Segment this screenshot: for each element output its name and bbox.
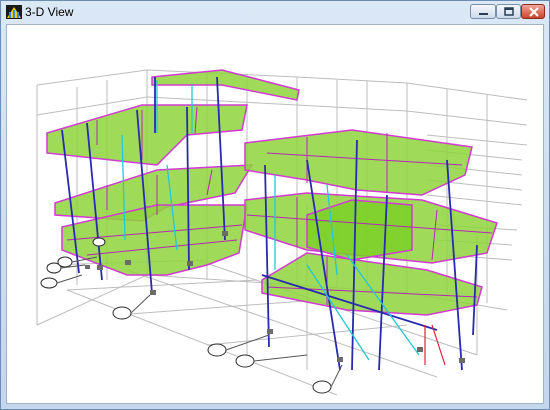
minimize-icon bbox=[479, 13, 488, 15]
red-bracing bbox=[424, 324, 446, 366]
title-bar[interactable]: 3-D View bbox=[1, 1, 549, 23]
close-icon bbox=[529, 7, 539, 17]
minimize-button[interactable] bbox=[470, 4, 496, 19]
close-button[interactable] bbox=[521, 4, 545, 19]
window-title: 3-D View bbox=[25, 5, 74, 19]
model-3d-viewport[interactable] bbox=[6, 24, 544, 404]
center-open-slab bbox=[306, 199, 413, 261]
structural-model-drawing bbox=[36, 69, 528, 396]
right-lower-slab bbox=[261, 252, 483, 316]
right-upper-slab bbox=[244, 129, 473, 196]
window-frame: 3-D View bbox=[0, 0, 550, 410]
structure-app-icon bbox=[6, 5, 22, 19]
maximize-button[interactable] bbox=[496, 4, 521, 19]
roof-slab-top bbox=[151, 69, 300, 101]
maximize-icon bbox=[504, 7, 514, 16]
